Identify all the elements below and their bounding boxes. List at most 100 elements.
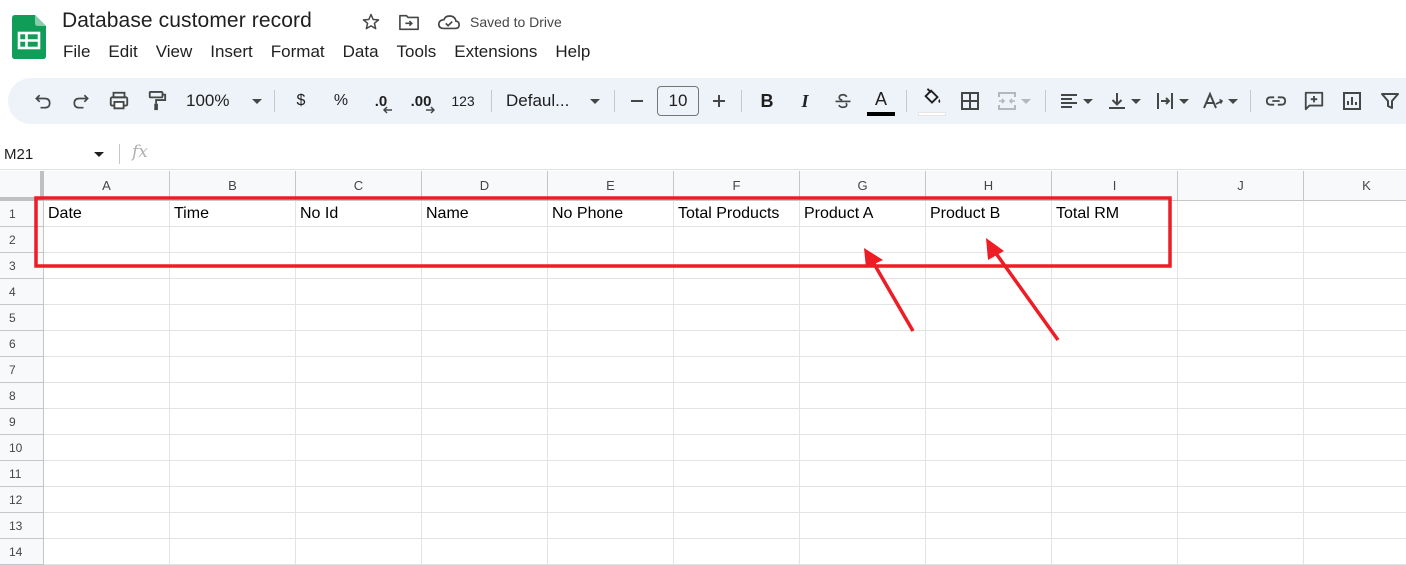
cell-e14[interactable] [548, 539, 674, 565]
cell-i2[interactable] [1052, 227, 1178, 253]
cell-h6[interactable] [926, 331, 1052, 357]
text-wrapping-button[interactable] [1148, 86, 1196, 116]
row-header-10[interactable]: 10 [0, 435, 44, 461]
cell-a11[interactable] [44, 461, 170, 487]
menu-file[interactable]: File [54, 40, 99, 64]
column-header-j[interactable]: J [1178, 171, 1304, 201]
cell-i9[interactable] [1052, 409, 1178, 435]
cell-h9[interactable] [926, 409, 1052, 435]
cell-e3[interactable] [548, 253, 674, 279]
column-header-b[interactable]: B [170, 171, 296, 201]
cell-c6[interactable] [296, 331, 422, 357]
cell-b7[interactable] [170, 357, 296, 383]
cell-j7[interactable] [1178, 357, 1304, 383]
cell-j9[interactable] [1178, 409, 1304, 435]
cell-e2[interactable] [548, 227, 674, 253]
cell-c3[interactable] [296, 253, 422, 279]
menu-extensions[interactable]: Extensions [445, 40, 546, 64]
cell-i3[interactable] [1052, 253, 1178, 279]
cell-e7[interactable] [548, 357, 674, 383]
cell-j3[interactable] [1178, 253, 1304, 279]
column-header-c[interactable]: C [296, 171, 422, 201]
font-select[interactable]: Defaul... [498, 86, 608, 116]
cell-c13[interactable] [296, 513, 422, 539]
cell-i8[interactable] [1052, 383, 1178, 409]
column-header-a[interactable]: A [44, 171, 170, 201]
column-header-e[interactable]: E [548, 171, 674, 201]
redo-button[interactable] [62, 86, 100, 116]
cell-b3[interactable] [170, 253, 296, 279]
cloud-saved-icon[interactable] [436, 11, 462, 33]
menu-help[interactable]: Help [546, 40, 599, 64]
cell-c12[interactable] [296, 487, 422, 513]
cell-f13[interactable] [674, 513, 800, 539]
cell-c10[interactable] [296, 435, 422, 461]
cell-e12[interactable] [548, 487, 674, 513]
cell-k2[interactable] [1304, 227, 1406, 253]
insert-comment-button[interactable] [1295, 86, 1333, 116]
menu-view[interactable]: View [147, 40, 202, 64]
cell-e6[interactable] [548, 331, 674, 357]
cell-g13[interactable] [800, 513, 926, 539]
cell-h3[interactable] [926, 253, 1052, 279]
cell-g14[interactable] [800, 539, 926, 565]
zoom-select[interactable]: 100% [176, 86, 268, 116]
cell-h14[interactable] [926, 539, 1052, 565]
cell-i7[interactable] [1052, 357, 1178, 383]
cell-b2[interactable] [170, 227, 296, 253]
more-formats-button[interactable]: 123 [441, 86, 485, 116]
cell-k13[interactable] [1304, 513, 1406, 539]
column-header-i[interactable]: I [1052, 171, 1178, 201]
cell-c8[interactable] [296, 383, 422, 409]
cell-b9[interactable] [170, 409, 296, 435]
move-folder-icon[interactable] [398, 11, 420, 33]
cell-i5[interactable] [1052, 305, 1178, 331]
cell-f9[interactable] [674, 409, 800, 435]
cell-b14[interactable] [170, 539, 296, 565]
cell-a14[interactable] [44, 539, 170, 565]
cell-b4[interactable] [170, 279, 296, 305]
vertical-align-button[interactable] [1100, 86, 1148, 116]
cell-h4[interactable] [926, 279, 1052, 305]
cell-d14[interactable] [422, 539, 548, 565]
cell-e1[interactable]: No Phone [548, 201, 674, 227]
cell-e10[interactable] [548, 435, 674, 461]
cell-a9[interactable] [44, 409, 170, 435]
cell-d13[interactable] [422, 513, 548, 539]
row-header-3[interactable]: 3 [0, 253, 44, 279]
column-header-g[interactable]: G [800, 171, 926, 201]
cell-k12[interactable] [1304, 487, 1406, 513]
row-header-6[interactable]: 6 [0, 331, 44, 357]
row-header-7[interactable]: 7 [0, 357, 44, 383]
cell-h11[interactable] [926, 461, 1052, 487]
cell-h2[interactable] [926, 227, 1052, 253]
cell-k9[interactable] [1304, 409, 1406, 435]
borders-button[interactable] [951, 86, 989, 116]
spreadsheet-grid[interactable]: A B C D E F G H I J K 1 Date Time No Id Name No Phone Tot… [0, 171, 1406, 565]
undo-button[interactable] [24, 86, 62, 116]
cell-g6[interactable] [800, 331, 926, 357]
menu-format[interactable]: Format [262, 40, 334, 64]
cell-k4[interactable] [1304, 279, 1406, 305]
column-header-d[interactable]: D [422, 171, 548, 201]
cell-i11[interactable] [1052, 461, 1178, 487]
cell-j10[interactable] [1178, 435, 1304, 461]
cell-f1[interactable]: Total Products [674, 201, 800, 227]
menu-data[interactable]: Data [334, 40, 388, 64]
cell-j1[interactable] [1178, 201, 1304, 227]
cell-h7[interactable] [926, 357, 1052, 383]
cell-f11[interactable] [674, 461, 800, 487]
column-header-k[interactable]: K [1304, 171, 1406, 201]
cell-g2[interactable] [800, 227, 926, 253]
cell-j2[interactable] [1178, 227, 1304, 253]
cell-g12[interactable] [800, 487, 926, 513]
cell-b11[interactable] [170, 461, 296, 487]
cell-d4[interactable] [422, 279, 548, 305]
cell-b12[interactable] [170, 487, 296, 513]
cell-b10[interactable] [170, 435, 296, 461]
increase-font-size-button[interactable] [703, 86, 735, 116]
increase-decimal-button[interactable]: .00 [401, 86, 441, 116]
menu-edit[interactable]: Edit [99, 40, 146, 64]
cell-f12[interactable] [674, 487, 800, 513]
cell-f14[interactable] [674, 539, 800, 565]
